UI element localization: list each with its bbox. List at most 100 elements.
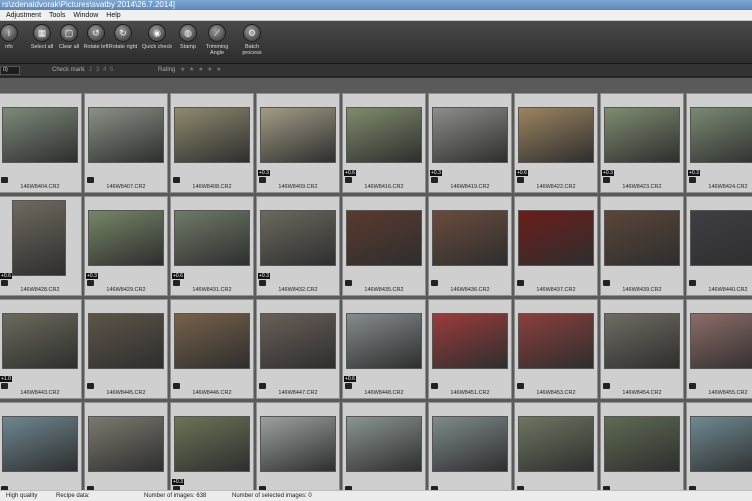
thumbnail-cell[interactable]: +0.3 146W8429.CR2 (84, 196, 168, 296)
thumbnail-cell[interactable]: 146W8478.CR2 (686, 402, 752, 490)
thumbnail-image[interactable] (88, 107, 164, 163)
thumbnail-image[interactable] (604, 416, 680, 472)
thumbnail-cell[interactable]: 146W8447.CR2 (256, 299, 340, 399)
check-mark-filter[interactable]: 1 2 3 4 5 (82, 64, 114, 77)
thumbnail-image[interactable] (518, 416, 594, 472)
thumbnail-cell[interactable]: 146W8408.CR2 (170, 93, 254, 193)
trimming-angle-button[interactable]: ⟋ Trimming Angle (200, 24, 234, 56)
info-button[interactable]: i nfo (0, 24, 26, 50)
thumbnail-cell[interactable]: 146W8461.CR2 (0, 402, 82, 490)
thumbnail-image[interactable] (346, 416, 422, 472)
thumbnail-image[interactable] (518, 210, 594, 266)
thumbnail-cell[interactable]: +0.3 146W8419.CR2 (428, 93, 512, 193)
thumbnail-image[interactable] (260, 107, 336, 163)
thumbnail-image[interactable] (690, 107, 752, 163)
thumbnail-cell[interactable]: 146W8440.CR2 (686, 196, 752, 296)
menu-window[interactable]: Window (69, 10, 102, 20)
thumbnail-image[interactable] (432, 107, 508, 163)
thumbnail-image[interactable] (88, 416, 164, 472)
thumbnail-cell[interactable]: 146W8454.CR2 (600, 299, 684, 399)
thumbnail-image[interactable] (2, 313, 78, 369)
thumbnail-image[interactable] (518, 313, 594, 369)
thumbnail-cell[interactable]: 146W8462.CR2 (84, 402, 168, 490)
thumbnail-image[interactable] (690, 416, 752, 472)
camera-icon (345, 383, 352, 389)
thumbnail-cell[interactable]: 146W8476.CR2 (514, 402, 598, 490)
batch-process-icon: ⚙ (243, 24, 261, 42)
thumbnail-cell[interactable]: 146W8455.CR2 (686, 299, 752, 399)
thumbnail-cell[interactable]: +0.3 146W8409.CR2 (256, 93, 340, 193)
camera-icon (345, 177, 352, 183)
thumbnail-image[interactable] (174, 416, 250, 472)
thumbnail-image[interactable] (174, 210, 250, 266)
menu-help[interactable]: Help (102, 10, 124, 20)
thumbnail-image[interactable] (260, 313, 336, 369)
thumbnail-filename: 146W8422.CR2 (536, 184, 576, 190)
thumbnail-cell[interactable]: +0.3 146W8432.CR2 (256, 196, 340, 296)
rotate-left-icon: ↺ (87, 24, 105, 42)
recipe-status: Recipe data: (56, 493, 90, 499)
thumbnail-image[interactable] (346, 210, 422, 266)
thumbnail-cell[interactable]: 146W8446.CR2 (170, 299, 254, 399)
thumbnail-cell[interactable]: 146W8404.CR2 (0, 93, 82, 193)
thumbnail-image[interactable] (88, 210, 164, 266)
thumbnail-image[interactable] (690, 313, 752, 369)
thumbnail-image[interactable] (174, 313, 250, 369)
toolbar-button-label: nfo (5, 44, 13, 50)
image-count-field[interactable]: 0) (0, 66, 20, 75)
thumbnail-image[interactable] (432, 313, 508, 369)
camera-icon (345, 280, 352, 286)
camera-icon (259, 383, 266, 389)
thumbnail-cell[interactable]: +0.3 146W8423.CR2 (600, 93, 684, 193)
thumbnail-cell[interactable]: 146W8451.CR2 (428, 299, 512, 399)
exposure-badge: +0.6 (516, 170, 528, 176)
thumbnail-cell[interactable]: +0.6 146W8431.CR2 (170, 196, 254, 296)
thumbnail-image[interactable] (2, 416, 78, 472)
thumbnail-cell[interactable]: 146W8445.CR2 (84, 299, 168, 399)
exposure-badge: +0.3 (258, 170, 270, 176)
thumbnail-cell[interactable]: 146W8469.CR2 (256, 402, 340, 490)
thumbnail-cell[interactable]: 146W8470.CR2 (342, 402, 426, 490)
thumbnail-cell[interactable]: 146W8453.CR2 (514, 299, 598, 399)
thumbnail-cell[interactable]: +0.6 146W8422.CR2 (514, 93, 598, 193)
thumbnail-image[interactable] (260, 416, 336, 472)
thumbnail-cell[interactable]: +0.3 146W8424.CR2 (686, 93, 752, 193)
thumbnail-image[interactable] (260, 210, 336, 266)
menu-tools[interactable]: Tools (45, 10, 69, 20)
thumbnail-image[interactable] (12, 200, 66, 276)
thumbnail-image[interactable] (432, 416, 508, 472)
thumbnail-cell[interactable]: 146W8436.CR2 (428, 196, 512, 296)
batch-process-button[interactable]: ⚙ Batch process (235, 24, 269, 56)
thumbnail-filename: 146W8432.CR2 (278, 287, 318, 293)
thumbnail-image[interactable] (690, 210, 752, 266)
menu-adjustment[interactable]: Adjustment (0, 10, 45, 20)
thumbnail-image[interactable] (174, 107, 250, 163)
thumbnail-cell[interactable]: 146W8407.CR2 (84, 93, 168, 193)
toolbar-button-label: Rotate right (108, 44, 138, 50)
thumbnail-cell[interactable]: +0.6 146W8428.CR2 (0, 196, 82, 296)
thumbnail-image[interactable] (88, 313, 164, 369)
thumbnail-cell[interactable]: 146W8477.CR2 (600, 402, 684, 490)
thumbnail-cell[interactable]: +0.6 146W8448.CR2 (342, 299, 426, 399)
thumbnail-cell[interactable]: 146W8439.CR2 (600, 196, 684, 296)
rating-filter[interactable]: ★ ★ ★ ★ ★ (180, 64, 223, 77)
thumbnail-image[interactable] (346, 107, 422, 163)
thumbnail-cell[interactable]: 146W8437.CR2 (514, 196, 598, 296)
thumbnail-image[interactable] (518, 107, 594, 163)
thumbnail-cell[interactable]: +0.6 146W8416.CR2 (342, 93, 426, 193)
thumbnail-image[interactable] (604, 210, 680, 266)
thumbnail-image[interactable] (604, 313, 680, 369)
thumbnail-filename: 146W8443.CR2 (20, 390, 60, 396)
toolbar-button-label: Trimming Angle (205, 44, 229, 56)
thumbnail-image[interactable] (2, 107, 78, 163)
thumbnail-image[interactable] (346, 313, 422, 369)
rotate-right-button[interactable]: ↻ Rotate right (106, 24, 140, 50)
thumbnail-image[interactable] (604, 107, 680, 163)
thumbnail-cell[interactable]: 146W8435.CR2 (342, 196, 426, 296)
thumbnail-cell[interactable]: +0.3146W8468.CR2 (170, 402, 254, 490)
quick-check-button[interactable]: ◉ Quick check (140, 24, 174, 50)
thumbnail-image[interactable] (432, 210, 508, 266)
thumbnail-filename: 146W8435.CR2 (364, 287, 404, 293)
thumbnail-cell[interactable]: +1.0 146W8443.CR2 (0, 299, 82, 399)
thumbnail-cell[interactable]: 146W8475.CR2 (428, 402, 512, 490)
